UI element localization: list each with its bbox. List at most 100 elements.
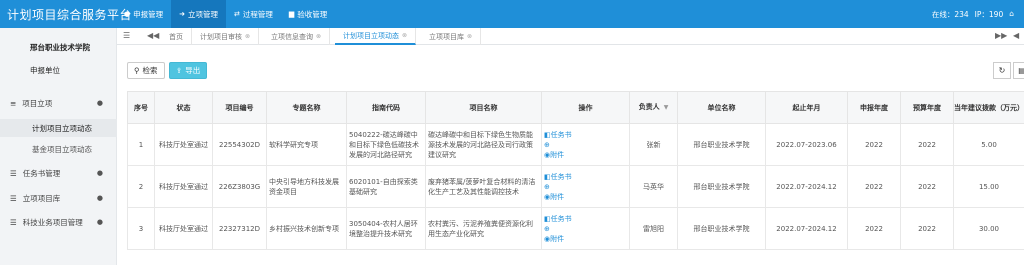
- menu-label: 任务书管理: [22, 168, 61, 178]
- attachment-link[interactable]: ◉附件: [544, 150, 627, 160]
- nav-label: 申报管理: [133, 9, 164, 19]
- tab-bar: ☰ ◀◀ 首页 计划项目审核 ⊗ 立项信息查询 ⊗ 计划项目立项动态 ⊗ 立项项目库 ⊗…: [117, 28, 1024, 45]
- home-icon[interactable]: ⌂: [1009, 9, 1014, 20]
- scroll-right-icon[interactable]: ▶▶: [995, 31, 1007, 40]
- cell-topic: 乡村振兴技术创新专项: [266, 207, 347, 250]
- cell-year: 2022: [847, 207, 901, 250]
- ip-label: IP：190: [974, 10, 1004, 19]
- refresh-button[interactable]: ↻: [993, 62, 1011, 79]
- cell-budget-year: 2022: [900, 165, 954, 208]
- sort-icon[interactable]: ▼: [664, 104, 669, 111]
- tab-plan-review[interactable]: 计划项目审核 ⊗: [192, 28, 260, 45]
- cell-status: 科技厅处室通过: [154, 123, 213, 166]
- cell-period: 2022.07-2024.12: [765, 207, 848, 250]
- file-icon: ◧: [544, 130, 551, 139]
- nav-apply[interactable]: ● 申报管理: [116, 0, 171, 28]
- submenu-fund-approval-dynamics[interactable]: 基金项目立项动态: [0, 140, 117, 158]
- task-book-link[interactable]: ◧任务书: [544, 172, 627, 182]
- exchange-icon: ⇄: [233, 10, 240, 18]
- submenu-plan-approval-dynamics[interactable]: 计划项目立项动态: [0, 119, 117, 137]
- cell-status: 科技厅处室通过: [154, 165, 213, 208]
- cell-period: 2022.07-2023.06: [765, 123, 848, 166]
- cell-no: 2: [127, 165, 155, 208]
- task-book-link[interactable]: ◧任务书: [544, 214, 627, 224]
- cell-owner: 马英华: [629, 165, 678, 208]
- cell-budget-year: 2022: [900, 123, 954, 166]
- col-header[interactable]: 序号: [127, 91, 155, 124]
- menu-project-approval[interactable]: ≡ 项目立项 ●: [0, 94, 117, 112]
- nav-acceptance[interactable]: ▆ 验收管理: [281, 0, 335, 28]
- cell-project-name: 农村粪污、污泥养殖粪便资源化利用生态产业化研究: [425, 207, 542, 250]
- cell-unit: 邢台职业技术学院: [677, 123, 766, 166]
- attachment-label: 附件: [550, 150, 565, 159]
- chevron-down-icon: ●: [96, 99, 103, 107]
- table-row: 3 科技厅处室通过 22327312D 乡村振兴技术创新专项 3050404-农…: [127, 207, 1024, 250]
- cell-unit: 邢台职业技术学院: [677, 165, 766, 208]
- columns-icon: ▤: [1018, 66, 1024, 75]
- columns-button[interactable]: ▤: [1013, 62, 1024, 79]
- col-header[interactable]: 操作: [541, 91, 630, 124]
- menu-task-book[interactable]: ☰ 任务书管理 ●: [0, 164, 117, 182]
- table-icon: ☰: [10, 168, 17, 178]
- scroll-left-icon[interactable]: ◀◀: [147, 31, 159, 40]
- search-button[interactable]: ⚲ 检索: [127, 62, 165, 79]
- col-header[interactable]: 起止年月: [765, 91, 848, 124]
- close-icon[interactable]: ⊗: [467, 33, 472, 40]
- cell-ops: ◧任务书 ⊕ ◉附件: [541, 165, 630, 208]
- col-header[interactable]: 当年建议拨款（万元）: [953, 91, 1024, 124]
- nav-approval[interactable]: ➜ 立项管理: [171, 0, 226, 28]
- close-icon[interactable]: ⊗: [245, 33, 250, 40]
- close-icon[interactable]: ⊗: [402, 32, 407, 39]
- refresh-icon: ↻: [998, 66, 1006, 75]
- menu-label: 科技业务项目管理: [22, 217, 83, 227]
- cell-topic: 软科学研究专项: [266, 123, 347, 166]
- tab-plan-approval-dynamics[interactable]: 计划项目立项动态 ⊗: [335, 28, 417, 45]
- chevron-icon: ●: [96, 194, 103, 202]
- col-header[interactable]: 专题名称: [266, 91, 347, 124]
- cell-ops: ◧任务书 ⊕ ◉附件: [541, 123, 630, 166]
- tab-home[interactable]: 首页: [161, 28, 192, 45]
- top-bar: 计划项目综合服务平台 ● 申报管理 ➜ 立项管理 ⇄ 过程管理 ▆ 验收管理 在线：23…: [0, 0, 1024, 28]
- task-book-link[interactable]: ◧任务书: [544, 130, 627, 140]
- task-book-label: 任务书: [550, 130, 572, 139]
- tab-approval-query[interactable]: 立项信息查询 ⊗: [263, 28, 331, 45]
- cell-owner: 张新: [629, 123, 678, 166]
- tab-label: 计划项目审核: [200, 32, 242, 41]
- col-header[interactable]: 指南代码: [346, 91, 426, 124]
- org-role: 申报单位: [30, 66, 60, 75]
- close-icon[interactable]: ⊗: [316, 33, 321, 40]
- col-header-label: 负责人: [638, 103, 660, 111]
- col-header[interactable]: 状态: [154, 91, 213, 124]
- chevron-icon: ●: [96, 169, 103, 177]
- nav-process[interactable]: ⇄ 过程管理: [226, 0, 281, 28]
- cell-guide: 3050404-农村人居环境整治提升技术研究: [346, 207, 426, 250]
- col-header[interactable]: 申报年度: [847, 91, 901, 124]
- cell-amount: 5.00: [953, 123, 1024, 166]
- attachment-link[interactable]: ◉附件: [544, 234, 627, 244]
- export-button[interactable]: ⇪ 导出: [169, 62, 208, 79]
- col-header[interactable]: 单位名称: [677, 91, 766, 124]
- add-icon[interactable]: ⊕: [544, 182, 627, 192]
- tab-options-icon[interactable]: ◀: [1013, 31, 1019, 40]
- briefcase-icon: ▆: [288, 10, 295, 18]
- table-icon: ☰: [10, 193, 17, 203]
- online-count: 在线：234: [931, 10, 969, 19]
- org-name: 邢台职业技术学院: [30, 43, 90, 52]
- circle-icon: ●: [124, 10, 131, 18]
- app-title: 计划项目综合服务平台: [7, 8, 133, 22]
- menu-project-library[interactable]: ☰ 立项项目库 ●: [0, 189, 117, 207]
- add-icon[interactable]: ⊕: [544, 140, 627, 150]
- menu-toggle-icon[interactable]: ☰: [123, 31, 130, 40]
- col-header-owner[interactable]: 负责人 ▼: [629, 91, 678, 124]
- export-icon: ⇪: [176, 66, 183, 75]
- col-header[interactable]: 预算年度: [900, 91, 954, 124]
- menu-sci-business[interactable]: ☰ 科技业务项目管理 ●: [0, 213, 117, 231]
- attachment-link[interactable]: ◉附件: [544, 192, 627, 202]
- cell-guide: 5040222-碳达峰碳中和目标下绿色低碳技术发展的河北路径研究: [346, 123, 426, 166]
- tab-project-library[interactable]: 立项项目库 ⊗: [421, 28, 482, 45]
- col-header[interactable]: 项目编号: [212, 91, 267, 124]
- add-icon[interactable]: ⊕: [544, 224, 627, 234]
- menu-label: 立项项目库: [22, 193, 61, 203]
- cell-period: 2022.07-2024.12: [765, 165, 848, 208]
- col-header[interactable]: 项目名称: [425, 91, 542, 124]
